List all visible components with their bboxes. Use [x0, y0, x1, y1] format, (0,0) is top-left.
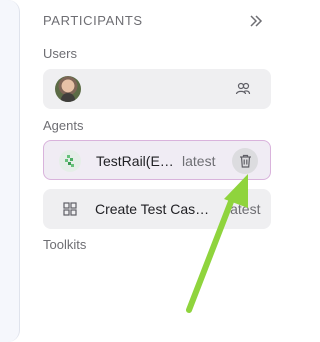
- users-card[interactable]: [43, 69, 271, 109]
- users-label: Users: [43, 46, 77, 61]
- agent-version: latest: [182, 153, 216, 169]
- testrail-logo-icon: [59, 150, 81, 172]
- agent-name: TestRail(E…: [96, 153, 174, 169]
- toolkits-label: Toolkits: [43, 237, 87, 252]
- agent-name: Create Test Cas…: [95, 201, 210, 217]
- agent-version: latest: [227, 201, 261, 217]
- grid-icon: [63, 202, 77, 216]
- participants-header: PARTICIPANTS: [43, 10, 271, 32]
- collapse-panel-button[interactable]: [245, 10, 267, 32]
- trash-icon: [239, 154, 251, 168]
- left-panel: [0, 0, 20, 342]
- users-icon[interactable]: [235, 82, 251, 96]
- participants-panel: PARTICIPANTS Users Agents TestRail(E… la…: [43, 0, 279, 340]
- participants-title: PARTICIPANTS: [43, 13, 143, 28]
- agent-card-create-test-cases[interactable]: Create Test Cas… latest: [43, 189, 271, 229]
- agents-label: Agents: [43, 118, 84, 133]
- avatar[interactable]: [55, 76, 81, 102]
- delete-button[interactable]: [232, 148, 258, 174]
- double-chevron-right-icon: [250, 15, 263, 27]
- agent-card-testrail[interactable]: TestRail(E… latest: [43, 140, 271, 180]
